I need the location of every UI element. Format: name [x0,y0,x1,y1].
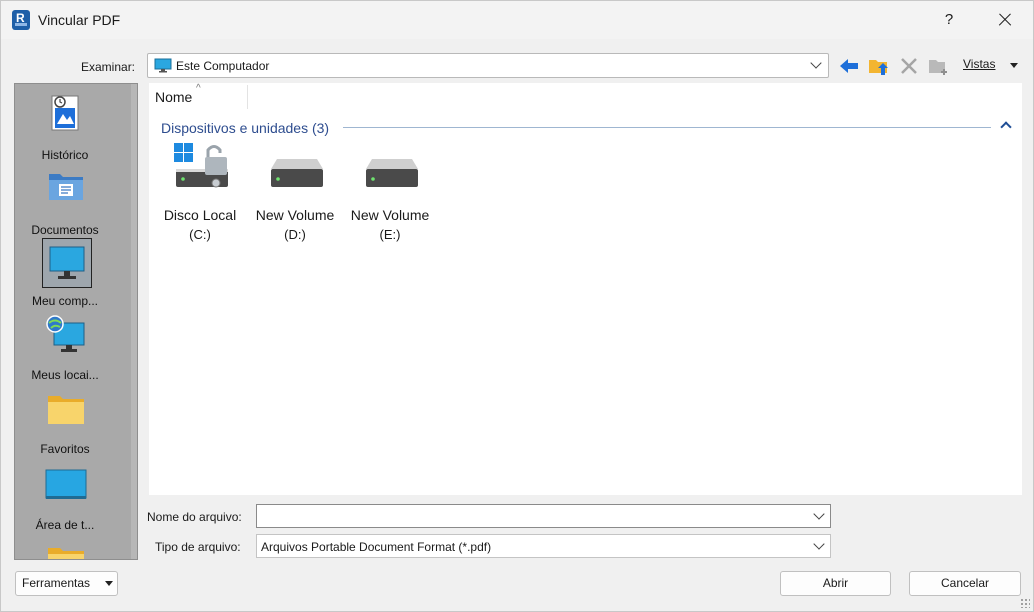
look-in-label: Examinar: [81,60,136,74]
place-label: Meu comp... [31,294,99,308]
views-dropdown-arrow-icon[interactable] [1010,63,1018,68]
place-label: Favoritos [40,442,90,456]
place-my-computer[interactable]: Meu comp... [15,236,119,310]
drive-item[interactable]: Disco Local (C:) [152,141,248,251]
place-label: Histórico [41,148,89,162]
back-arrow-icon[interactable] [837,55,861,77]
tools-button-label: Ferramentas [22,576,91,590]
help-button[interactable]: ? [937,7,961,33]
place-label: Área de t... [35,518,95,532]
look-in-dropdown[interactable]: Este Computador [147,53,829,78]
drive-item[interactable]: New Volume (D:) [247,141,343,251]
cancel-button[interactable]: Cancelar [909,571,1021,596]
place-label: Documentos [31,223,99,237]
tools-button[interactable]: Ferramentas [15,571,118,596]
computer-icon [154,58,172,73]
file-name-input[interactable] [256,504,831,528]
chevron-down-icon [810,57,822,69]
drive-letter: (D:) [284,227,306,242]
folder-icon [48,548,84,559]
column-separator[interactable] [247,85,248,109]
drive-letter: (C:) [189,227,211,242]
look-in-value: Este Computador [176,59,270,73]
place-favorites[interactable]: Favoritos [15,384,119,458]
hard-drive-icon [366,159,418,187]
resize-grip-icon[interactable] [1020,598,1030,608]
views-menu-button[interactable]: Vistas [963,57,995,71]
drive-letter: (E:) [379,227,401,242]
drive-item[interactable]: New Volume (E:) [342,141,438,251]
chevron-down-icon[interactable] [813,538,825,550]
file-type-select[interactable]: Arquivos Portable Document Format (*.pdf… [256,534,831,558]
documents-folder-icon [49,174,83,200]
file-type-value: Arquivos Portable Document Format (*.pdf… [261,540,492,554]
history-icon [51,95,79,131]
network-computer-icon [46,315,85,352]
column-header-name[interactable]: Nome [155,89,192,105]
window-title: Vincular PDF [38,12,121,28]
file-type-label: Tipo de arquivo: [155,540,241,554]
drive-name: New Volume [255,207,335,223]
sort-ascending-icon: ^ [196,83,201,94]
delete-icon[interactable] [897,55,921,77]
place-label: Meus locai... [31,368,99,382]
file-name-label: Nome do arquivo: [147,510,242,524]
group-header[interactable]: Dispositivos e unidades (3) [161,120,329,136]
desktop-icon [45,469,87,499]
dialog-window: R Vincular PDF ? Examinar: Este Computad… [0,0,1034,612]
new-folder-icon[interactable] [927,55,951,77]
group-divider [343,127,991,128]
folder-icon [48,396,84,424]
dropdown-arrow-icon [105,581,113,586]
collapse-group-icon[interactable] [1000,121,1012,133]
places-bar: Histórico Documentos Meu comp... Meus lo… [14,83,138,560]
drive-name: Disco Local [163,207,237,223]
close-button[interactable] [987,5,1021,35]
drive-name: New Volume [350,207,430,223]
up-folder-icon[interactable] [867,55,891,77]
windows-drive-icon [174,143,228,188]
hard-drive-icon [271,159,323,187]
title-bar: R Vincular PDF ? [1,1,1033,39]
file-list[interactable]: ^ Nome Dispositivos e unidades (3) Disco… [149,83,1022,495]
open-button[interactable]: Abrir [780,571,891,596]
place-desktop[interactable]: Área de t... [15,460,119,534]
revit-app-icon: R [12,10,30,30]
place-documents[interactable]: Documentos [15,164,119,238]
chevron-down-icon[interactable] [813,508,825,520]
place-more[interactable] [15,536,119,559]
place-history[interactable]: Histórico [15,90,119,164]
place-network[interactable]: Meus locai... [15,310,119,384]
places-scroll-thumb[interactable] [137,106,138,210]
computer-icon [49,246,85,279]
